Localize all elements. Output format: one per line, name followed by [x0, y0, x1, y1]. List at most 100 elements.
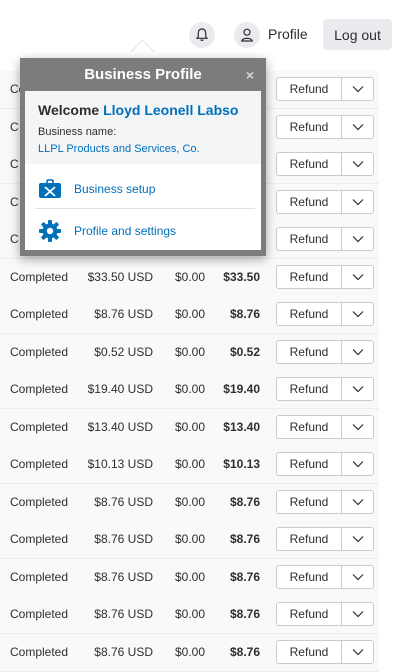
status-cell: Completed — [10, 645, 69, 659]
refund-button[interactable]: Refund — [276, 527, 341, 551]
popup-title: Business Profile — [84, 66, 202, 83]
refund-options-dropdown[interactable] — [341, 265, 374, 289]
chevron-down-icon — [352, 574, 363, 581]
business-name[interactable]: LLPL Products and Services, Co. — [38, 143, 200, 155]
gross-amount-cell: $8.76 USD — [94, 645, 153, 659]
gross-amount-cell: $10.13 USD — [87, 457, 153, 471]
welcome-text: Welcome Lloyd Leonell Labso — [38, 102, 238, 118]
close-icon[interactable]: × — [246, 67, 254, 83]
refund-button[interactable]: Refund — [276, 115, 341, 139]
refund-options-dropdown[interactable] — [341, 565, 374, 589]
logout-button[interactable]: Log out — [323, 19, 392, 50]
chevron-down-icon — [352, 199, 363, 206]
net-amount-cell: $19.40 — [223, 382, 260, 396]
table-row: Completed $0.52 USD $0.00 $0.52 Refund — [0, 334, 379, 372]
refund-options-dropdown[interactable] — [341, 77, 374, 101]
chevron-down-icon — [352, 386, 363, 393]
table-row: Completed $19.40 USD $0.00 $19.40 Refund — [0, 371, 379, 409]
profile-link[interactable]: Profile — [268, 26, 308, 42]
net-amount-cell: $0.52 — [229, 345, 260, 359]
chevron-down-icon — [352, 236, 363, 243]
chevron-down-icon — [352, 536, 363, 543]
refund-button[interactable]: Refund — [276, 227, 341, 251]
chevron-down-icon — [352, 424, 363, 431]
refund-button[interactable]: Refund — [276, 340, 341, 364]
net-amount-cell: $13.40 — [223, 420, 260, 434]
refund-options-dropdown[interactable] — [341, 527, 374, 551]
refund-options-dropdown[interactable] — [341, 340, 374, 364]
refund-button[interactable]: Refund — [276, 377, 341, 401]
menu-item-label: Business setup — [74, 182, 156, 196]
refund-button[interactable]: Refund — [276, 302, 341, 326]
menu-divider — [35, 208, 255, 209]
gross-amount-cell: $13.40 USD — [87, 420, 153, 434]
net-amount-cell: $8.76 — [229, 495, 260, 509]
refund-options-dropdown[interactable] — [341, 602, 374, 626]
user-name[interactable]: Lloyd Leonell Labso — [103, 102, 238, 118]
gross-amount-cell: $8.76 USD — [94, 307, 153, 321]
status-cell: C — [10, 232, 19, 246]
refund-button[interactable]: Refund — [276, 640, 341, 664]
table-row: Completed $8.76 USD $0.00 $8.76 Refund — [0, 296, 379, 334]
status-cell: Completed — [10, 420, 69, 434]
refund-button[interactable]: Refund — [276, 152, 341, 176]
gross-amount-cell: $8.76 USD — [94, 570, 153, 584]
net-amount-cell: $8.76 — [229, 645, 260, 659]
profile-avatar-button[interactable] — [234, 22, 260, 48]
user-icon — [241, 28, 253, 42]
refund-options-dropdown[interactable] — [341, 227, 374, 251]
refund-options-dropdown[interactable] — [341, 415, 374, 439]
table-row: Completed $13.40 USD $0.00 $13.40 Refund — [0, 409, 379, 447]
refund-button[interactable]: Refund — [276, 415, 341, 439]
table-row: Completed $33.50 USD $0.00 $33.50 Refund — [0, 259, 379, 297]
gross-amount-cell: $8.76 USD — [94, 532, 153, 546]
business-name-label: Business name: — [38, 126, 117, 138]
table-row: Completed $8.76 USD $0.00 $8.76 Refund — [0, 521, 379, 559]
table-row: Completed $8.76 USD $0.00 $8.76 Refund — [0, 596, 379, 634]
net-amount-cell: $8.76 — [229, 532, 260, 546]
fee-cell: $0.00 — [175, 457, 206, 471]
chevron-down-icon — [352, 161, 363, 168]
chevron-down-icon — [352, 311, 363, 318]
refund-options-dropdown[interactable] — [341, 302, 374, 326]
refund-options-dropdown[interactable] — [341, 490, 374, 514]
business-profile-popup: Business Profile × Welcome Lloyd Leonell… — [20, 58, 266, 256]
net-amount-cell: $33.50 — [223, 270, 260, 284]
welcome-prefix: Welcome — [38, 102, 100, 118]
net-amount-cell: $8.76 — [229, 607, 260, 621]
fee-cell: $0.00 — [175, 270, 206, 284]
refund-button[interactable]: Refund — [276, 77, 341, 101]
refund-button[interactable]: Refund — [276, 490, 341, 514]
fee-cell: $0.00 — [175, 607, 206, 621]
status-cell: Completed — [10, 345, 69, 359]
fee-cell: $0.00 — [175, 645, 206, 659]
refund-options-dropdown[interactable] — [341, 152, 374, 176]
refund-button[interactable]: Refund — [276, 565, 341, 589]
notifications-button[interactable] — [189, 22, 215, 48]
refund-button[interactable]: Refund — [276, 452, 341, 476]
menu-item-profile-settings[interactable]: Profile and settings — [25, 212, 261, 250]
refund-button[interactable]: Refund — [276, 190, 341, 214]
chevron-down-icon — [352, 274, 363, 281]
chevron-down-icon — [352, 499, 363, 506]
status-cell: C — [10, 157, 19, 171]
gross-amount-cell: $19.40 USD — [87, 382, 153, 396]
status-cell: Completed — [10, 570, 69, 584]
refund-options-dropdown[interactable] — [341, 377, 374, 401]
refund-options-dropdown[interactable] — [341, 190, 374, 214]
refund-button[interactable]: Refund — [276, 602, 341, 626]
fee-cell: $0.00 — [175, 345, 206, 359]
net-amount-cell: $8.76 — [229, 307, 260, 321]
refund-options-dropdown[interactable] — [341, 640, 374, 664]
fee-cell: $0.00 — [175, 532, 206, 546]
refund-options-dropdown[interactable] — [341, 115, 374, 139]
menu-item-label: Profile and settings — [74, 224, 177, 238]
status-cell: C — [10, 195, 19, 209]
refund-button[interactable]: Refund — [276, 265, 341, 289]
status-cell: Completed — [10, 307, 69, 321]
menu-item-business-setup[interactable]: Business setup — [25, 170, 261, 208]
fee-cell: $0.00 — [175, 382, 206, 396]
gross-amount-cell: $8.76 USD — [94, 607, 153, 621]
refund-options-dropdown[interactable] — [341, 452, 374, 476]
status-cell: Completed — [10, 532, 69, 546]
